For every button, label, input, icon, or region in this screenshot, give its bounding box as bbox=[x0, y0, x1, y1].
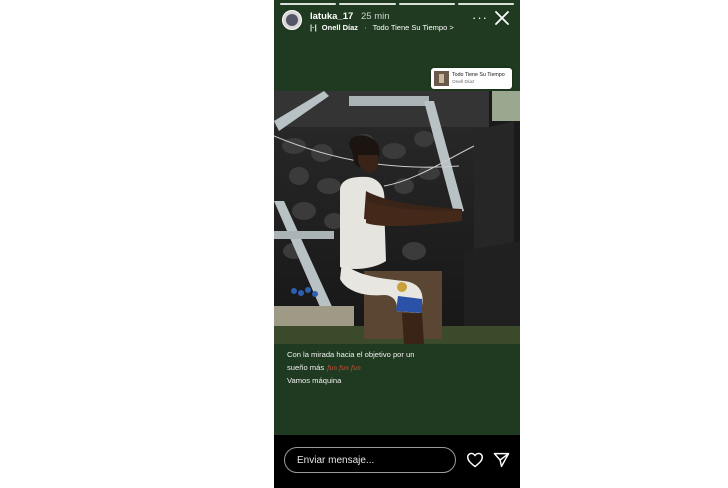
chevron-right-icon: > bbox=[449, 23, 454, 32]
post-time: 25 min bbox=[361, 11, 390, 22]
close-icon[interactable] bbox=[494, 10, 510, 26]
story-photo bbox=[274, 91, 520, 344]
progress-segment bbox=[339, 3, 396, 5]
sticker-artist: Onell Díaz bbox=[452, 80, 475, 85]
caption-handwritten: fun fun fun bbox=[327, 364, 361, 372]
progress-segment bbox=[398, 3, 455, 5]
story-header: latuka_17 25 min |·| Onell Díaz · Todo T… bbox=[282, 9, 514, 35]
sticker-song-title: Todo Tiene Su Tiempo bbox=[452, 72, 505, 78]
send-icon[interactable] bbox=[493, 452, 510, 468]
heart-icon[interactable] bbox=[466, 452, 484, 468]
music-bars-icon: |·| bbox=[310, 23, 317, 32]
reply-bar bbox=[274, 435, 520, 488]
music-song: Todo Tiene Su Tiempo bbox=[372, 23, 448, 32]
avatar[interactable] bbox=[282, 10, 302, 30]
send-message-input[interactable] bbox=[284, 447, 456, 473]
progress-segment bbox=[280, 3, 337, 5]
caption-line: Vamos máquina bbox=[287, 376, 342, 385]
progress-segment bbox=[457, 3, 514, 5]
more-options-button[interactable]: ··· bbox=[472, 11, 488, 25]
caption-line: Con la mirada hacia el objetivo por un bbox=[287, 350, 415, 359]
story-caption: Con la mirada hacia el objetivo por un s… bbox=[287, 349, 414, 388]
music-artist: Onell Díaz bbox=[321, 23, 359, 32]
music-separator: · bbox=[364, 23, 367, 32]
caption-line: sueño más fun fun fun bbox=[287, 362, 361, 372]
username[interactable]: latuka_17 bbox=[310, 11, 353, 22]
music-info[interactable]: |·| Onell Díaz · Todo Tiene Su Tiempo > bbox=[310, 23, 454, 32]
album-cover bbox=[434, 71, 449, 86]
story-viewer[interactable]: latuka_17 25 min |·| Onell Díaz · Todo T… bbox=[274, 0, 520, 488]
story-progress-bar bbox=[280, 3, 514, 5]
music-sticker[interactable]: Todo Tiene Su Tiempo Onell Díaz bbox=[431, 68, 512, 89]
